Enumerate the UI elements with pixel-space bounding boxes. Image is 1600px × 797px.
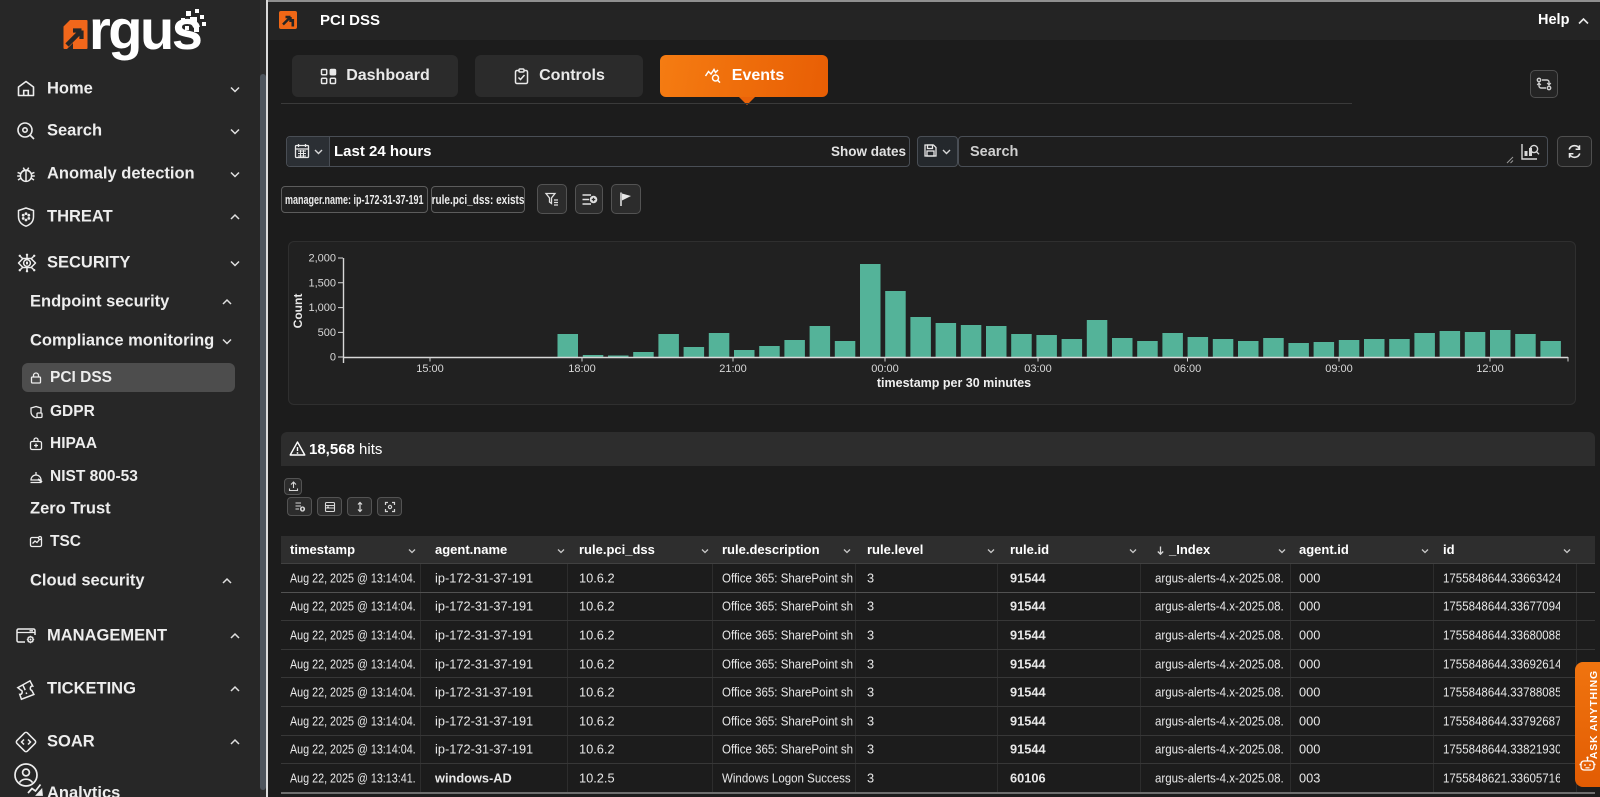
- svg-text:rgus: rgus: [89, 5, 201, 61]
- svg-text:18:00: 18:00: [568, 363, 596, 375]
- svg-text:2,000: 2,000: [308, 253, 336, 265]
- svg-text:03:00: 03:00: [1024, 363, 1052, 375]
- svg-text:1,000: 1,000: [308, 302, 336, 314]
- svg-text:09:00: 09:00: [1325, 363, 1353, 375]
- svg-text:0: 0: [330, 352, 336, 364]
- svg-text:21:00: 21:00: [719, 363, 747, 375]
- svg-text:06:00: 06:00: [1174, 363, 1202, 375]
- svg-text:12:00: 12:00: [1476, 363, 1504, 375]
- svg-text:timestamp per 30 minutes: timestamp per 30 minutes: [877, 376, 1031, 390]
- svg-text:15:00: 15:00: [416, 363, 444, 375]
- svg-text:1,500: 1,500: [308, 277, 336, 289]
- svg-text:00:00: 00:00: [871, 363, 899, 375]
- svg-text:500: 500: [318, 327, 336, 339]
- svg-text:Count: Count: [291, 294, 305, 329]
